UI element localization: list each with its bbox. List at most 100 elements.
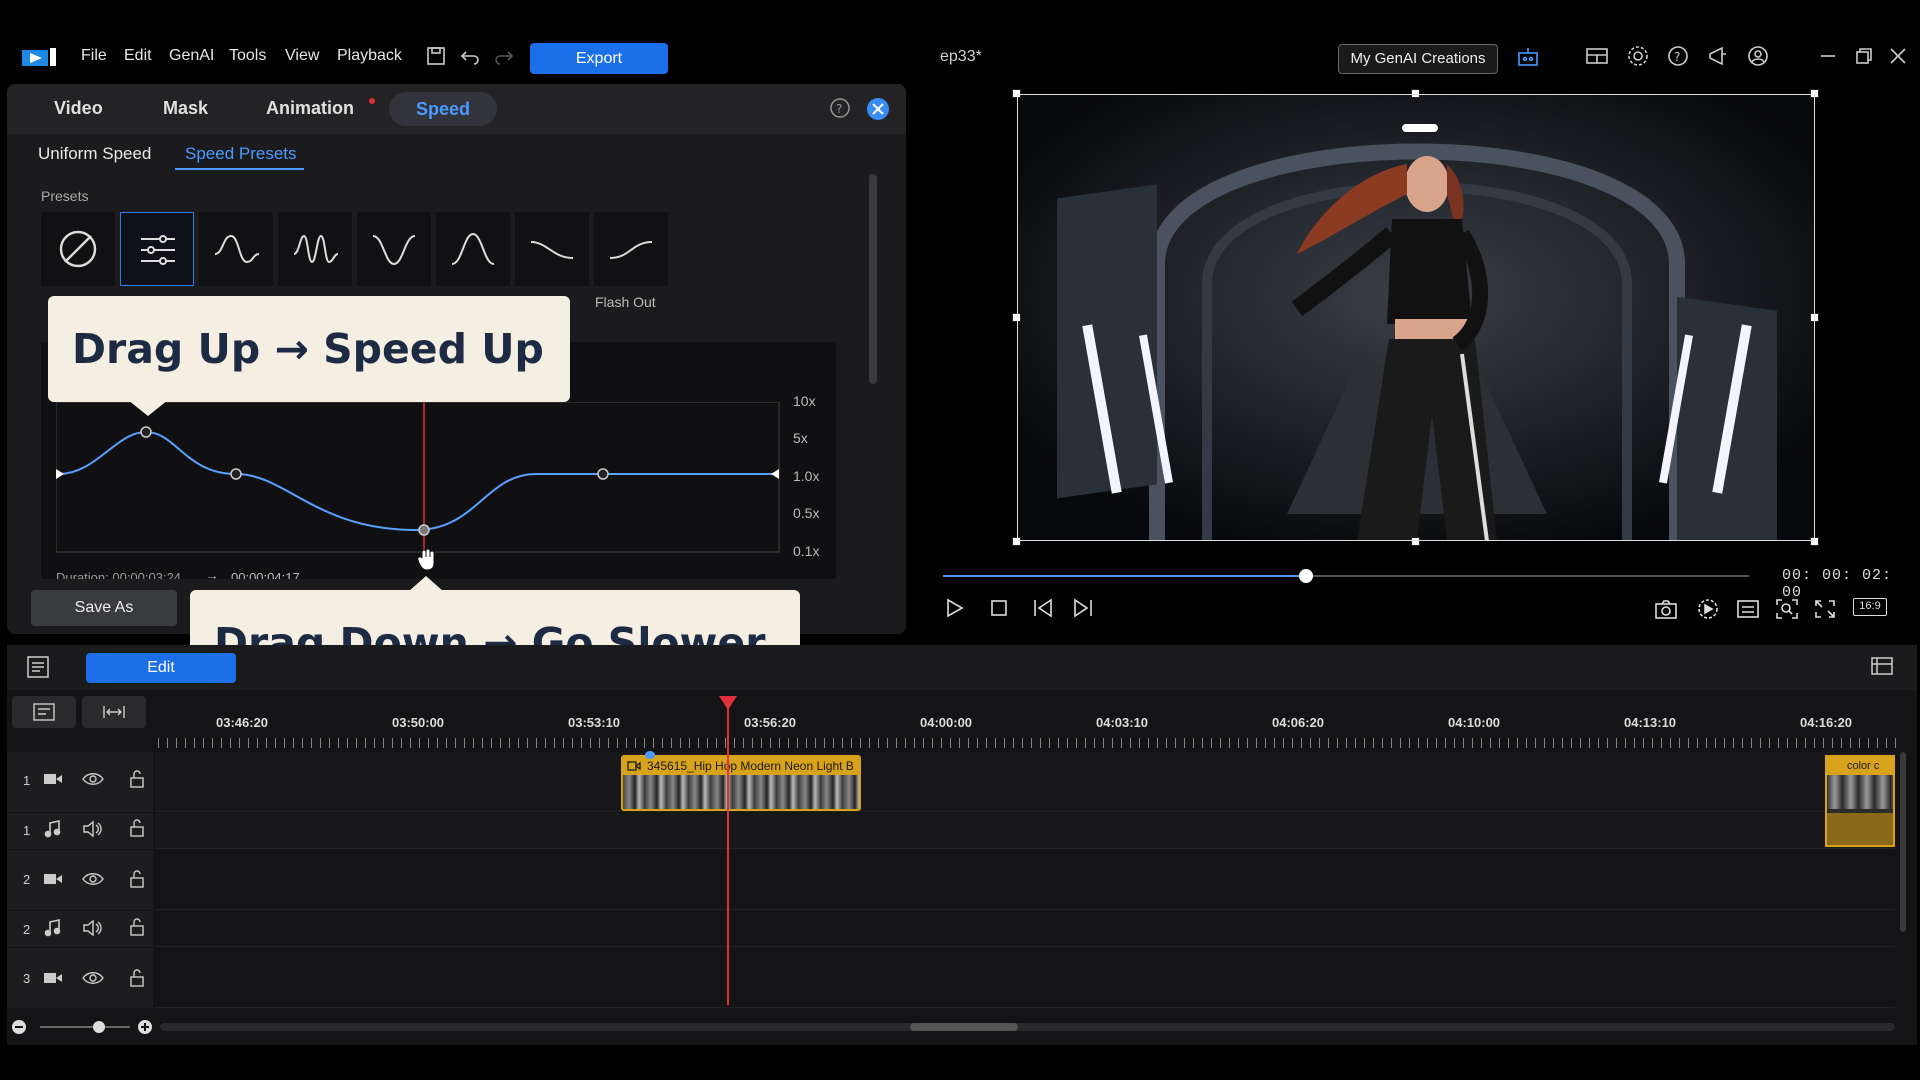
close-window-icon[interactable] xyxy=(1886,44,1910,68)
layout-icon[interactable] xyxy=(1585,44,1609,68)
speed-curve[interactable] xyxy=(56,402,796,562)
panel-scrollbar[interactable] xyxy=(869,174,877,384)
fit-timeline-button[interactable] xyxy=(82,696,146,728)
clip-title: 345615_Hip Hop Modern Neon Light B xyxy=(623,757,859,775)
previous-frame-icon[interactable] xyxy=(1031,597,1055,619)
preset-none[interactable] xyxy=(41,212,115,286)
menu-edit[interactable]: Edit xyxy=(124,47,152,65)
callout-pointer xyxy=(128,400,168,416)
speaker-icon[interactable] xyxy=(82,820,104,838)
gear-icon[interactable] xyxy=(1626,44,1650,68)
flash-out-label: Flash Out xyxy=(595,294,656,310)
title-bar xyxy=(0,0,1920,80)
lock-icon[interactable] xyxy=(128,769,146,789)
help-icon[interactable]: ? xyxy=(829,97,851,119)
close-panel-icon[interactable] xyxy=(866,97,890,121)
fullscreen-icon[interactable] xyxy=(1813,598,1837,620)
menu-view[interactable]: View xyxy=(285,47,319,65)
account-icon[interactable] xyxy=(1746,44,1770,68)
subtab-uniform-speed[interactable]: Uniform Speed xyxy=(38,144,151,164)
visibility-eye-icon[interactable] xyxy=(82,970,104,986)
play-icon[interactable] xyxy=(944,597,966,619)
video-clip[interactable]: 345615_Hip Hop Modern Neon Light B xyxy=(621,755,861,811)
hand-cursor-icon xyxy=(417,548,435,571)
audio-waveform xyxy=(1827,813,1893,845)
aspect-ratio-button[interactable]: 16:9 xyxy=(1853,598,1887,616)
y-label-0-5x: 0.5x xyxy=(793,505,820,521)
timeline-hscroll-thumb[interactable] xyxy=(910,1023,1018,1031)
video-track-icon xyxy=(44,874,62,884)
playback-quality-icon[interactable] xyxy=(1696,598,1720,620)
scrub-progress xyxy=(943,575,1306,577)
subtab-speed-presets[interactable]: Speed Presets xyxy=(185,144,297,164)
next-frame-icon[interactable] xyxy=(1071,597,1095,619)
tab-speed[interactable]: Speed xyxy=(389,92,497,126)
edit-button[interactable]: Edit xyxy=(86,653,236,683)
track-audio-2[interactable] xyxy=(155,911,1895,947)
tab-animation[interactable]: Animation xyxy=(266,98,354,119)
lock-icon[interactable] xyxy=(128,818,146,838)
speaker-icon[interactable] xyxy=(82,919,104,937)
keyframe-marker[interactable] xyxy=(645,751,655,759)
timeline-ruler[interactable] xyxy=(158,738,1898,748)
track-number: 2 xyxy=(23,872,31,887)
minimize-icon[interactable] xyxy=(1816,44,1840,68)
timeline-vscroll[interactable] xyxy=(1900,752,1906,932)
preset-flash-in[interactable] xyxy=(515,212,589,286)
track-video-2[interactable] xyxy=(155,850,1895,910)
ruler-label: 03:46:20 xyxy=(216,715,269,730)
stop-icon[interactable] xyxy=(988,597,1010,619)
lock-icon[interactable] xyxy=(128,869,146,889)
lock-icon[interactable] xyxy=(128,968,146,988)
lock-icon[interactable] xyxy=(128,917,146,937)
save-icon[interactable] xyxy=(424,44,448,68)
menu-playback[interactable]: Playback xyxy=(337,47,402,65)
track-video-3[interactable] xyxy=(155,948,1895,1008)
y-label-0-1x: 0.1x xyxy=(793,543,820,559)
help-icon[interactable]: ? xyxy=(1666,44,1690,68)
project-title: ep33* xyxy=(940,48,982,65)
playhead-marker[interactable] xyxy=(719,696,737,710)
preset-double-wave[interactable] xyxy=(278,212,352,286)
scrub-handle[interactable] xyxy=(1298,569,1313,583)
clip-title: color c xyxy=(1827,757,1893,775)
timeline-zoom-slider[interactable] xyxy=(8,1016,158,1038)
zoom-view-icon[interactable] xyxy=(1775,598,1799,620)
timeline-hscroll[interactable] xyxy=(160,1023,1895,1031)
restore-icon[interactable] xyxy=(1852,44,1876,68)
visibility-eye-icon[interactable] xyxy=(82,871,104,887)
track-audio-1[interactable] xyxy=(155,813,1895,849)
ruler-label: 04:13:10 xyxy=(1624,715,1677,730)
audio-track-icon xyxy=(44,820,61,838)
track-video-1[interactable] xyxy=(155,752,1895,812)
callout-drag-up: Drag Up → Speed Up xyxy=(48,296,570,402)
tab-mask[interactable]: Mask xyxy=(163,98,208,119)
playhead[interactable] xyxy=(727,700,729,1005)
ai-robot-icon[interactable] xyxy=(1516,44,1540,68)
menu-genai[interactable]: GenAI xyxy=(169,47,214,65)
preset-peak[interactable] xyxy=(436,212,510,286)
timeline-settings-icon[interactable] xyxy=(25,654,51,680)
megaphone-icon[interactable] xyxy=(1706,44,1730,68)
timeline-layout-icon[interactable] xyxy=(1869,654,1897,680)
preset-wave[interactable] xyxy=(199,212,273,286)
y-label-10x: 10x xyxy=(793,393,816,409)
my-genai-creations-button[interactable]: My GenAI Creations xyxy=(1338,44,1498,74)
video-clip[interactable]: color c xyxy=(1825,755,1895,847)
redo-icon[interactable] xyxy=(492,44,516,68)
preset-flash-out[interactable] xyxy=(594,212,668,286)
menu-file[interactable]: File xyxy=(81,47,107,65)
menu-tools[interactable]: Tools xyxy=(229,47,266,65)
y-label-5x: 5x xyxy=(793,430,808,446)
visibility-eye-icon[interactable] xyxy=(82,771,104,787)
add-track-button[interactable] xyxy=(12,696,76,728)
preset-custom[interactable] xyxy=(120,212,194,286)
preset-valley[interactable] xyxy=(357,212,431,286)
tab-video[interactable]: Video xyxy=(54,98,103,119)
export-button[interactable]: Export xyxy=(530,43,668,74)
undo-icon[interactable] xyxy=(458,44,482,68)
snapshot-camera-icon[interactable] xyxy=(1654,598,1678,620)
save-as-button[interactable]: Save As xyxy=(31,590,177,626)
svg-text:?: ? xyxy=(836,102,842,116)
subtitles-icon[interactable] xyxy=(1736,598,1760,620)
